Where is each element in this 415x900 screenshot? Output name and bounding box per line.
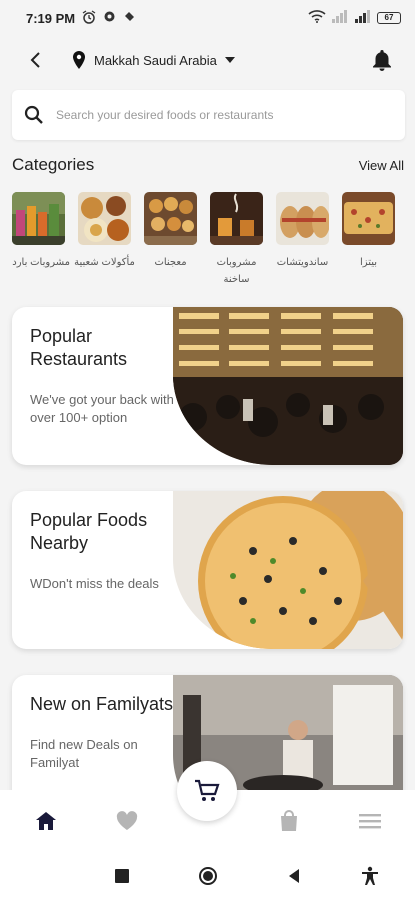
category-popular-dishes[interactable]: مأكولات شعبية: [74, 192, 135, 292]
home-nav-button[interactable]: [33, 808, 59, 834]
category-label: بيتزا: [359, 257, 378, 268]
category-sandwiches[interactable]: ساندويتشات: [276, 192, 329, 292]
status-time: 7:19 PM: [26, 10, 76, 26]
search-input[interactable]: [56, 108, 393, 122]
card-title: Popular Restaurants: [30, 326, 128, 369]
bag-icon: [281, 810, 297, 831]
top-bar: Makkah Saudi Arabia: [0, 36, 415, 84]
notification-status-icon: [123, 10, 136, 26]
status-bar: 7:19 PM 67: [0, 0, 415, 36]
signal-icon: [331, 10, 349, 26]
menu-icon: [359, 814, 381, 829]
orders-nav-button[interactable]: [276, 808, 302, 834]
category-label: مشروبات ساخنة: [216, 257, 257, 285]
circle-icon: [199, 867, 217, 885]
view-all-link[interactable]: View All: [359, 158, 404, 173]
notifications-button[interactable]: [367, 45, 397, 75]
category-label: مشروبات باردة: [12, 257, 70, 268]
location-pin-icon: [73, 51, 85, 69]
menu-nav-button[interactable]: [357, 808, 383, 834]
card-title: Popular Foods Nearby: [30, 510, 148, 553]
signal-icon-2: [354, 10, 372, 26]
category-hot-drinks[interactable]: مشروبات ساخنة: [210, 192, 263, 292]
pizza-image: [342, 192, 395, 245]
restaurant-interior-image: [173, 307, 403, 465]
recent-apps-button[interactable]: [112, 866, 132, 886]
location-label: Makkah Saudi Arabia: [94, 52, 217, 68]
system-navigation-bar: [0, 852, 415, 900]
home-system-button[interactable]: [198, 866, 218, 886]
bell-icon: [373, 50, 391, 71]
cart-button[interactable]: [177, 761, 237, 821]
popular-foods-card[interactable]: Popular Foods Nearby WDon't miss the dea…: [12, 491, 403, 649]
alarm-icon: [82, 9, 96, 27]
settings-status-icon: [103, 10, 116, 26]
location-selector[interactable]: Makkah Saudi Arabia: [72, 51, 235, 69]
accessibility-button[interactable]: [360, 866, 380, 886]
cart-icon: [195, 779, 220, 801]
hot-drinks-image: [210, 192, 263, 245]
category-label: ساندويتشات: [276, 257, 329, 268]
category-pizza[interactable]: بيتزا: [342, 192, 395, 292]
category-label: مأكولات شعبية: [74, 257, 135, 268]
card-subtitle: We've got your back with over 100+ optio…: [30, 392, 174, 425]
categories-title: Categories: [12, 155, 95, 174]
category-cold-drinks[interactable]: مشروبات باردة: [12, 192, 70, 292]
home-icon: [36, 812, 56, 830]
categories-header: Categories View All: [12, 152, 404, 178]
popular-restaurants-card[interactable]: Popular Restaurants We've got your back …: [12, 307, 403, 465]
wifi-icon: [308, 10, 326, 26]
caret-down-icon: [224, 57, 235, 63]
pastries-image: [144, 192, 197, 245]
search-bar[interactable]: [12, 90, 405, 140]
card-title: New on Familyats: [30, 694, 174, 714]
square-icon: [115, 869, 129, 883]
pizza-image: [173, 491, 403, 649]
cold-drinks-image: [12, 192, 65, 245]
category-label: معجنات: [154, 257, 187, 268]
back-button[interactable]: [18, 42, 54, 78]
battery-icon: 67: [377, 12, 401, 24]
triangle-back-icon: [289, 869, 299, 883]
category-pastries[interactable]: معجنات: [144, 192, 197, 292]
heart-icon: [116, 811, 138, 830]
sandwiches-image: [276, 192, 329, 245]
categories-list: مشروبات باردة مأكولات شعبية معجنات مشروب…: [12, 192, 415, 292]
favorites-nav-button[interactable]: [114, 808, 140, 834]
accessibility-icon: [362, 866, 378, 885]
card-subtitle: WDon't miss the deals: [30, 576, 159, 591]
search-icon: [24, 105, 43, 124]
back-system-button[interactable]: [284, 866, 304, 886]
chevron-left-icon: [30, 52, 40, 68]
popular-dishes-image: [78, 192, 131, 245]
card-subtitle: Find new Deals on Familyat: [30, 737, 138, 770]
